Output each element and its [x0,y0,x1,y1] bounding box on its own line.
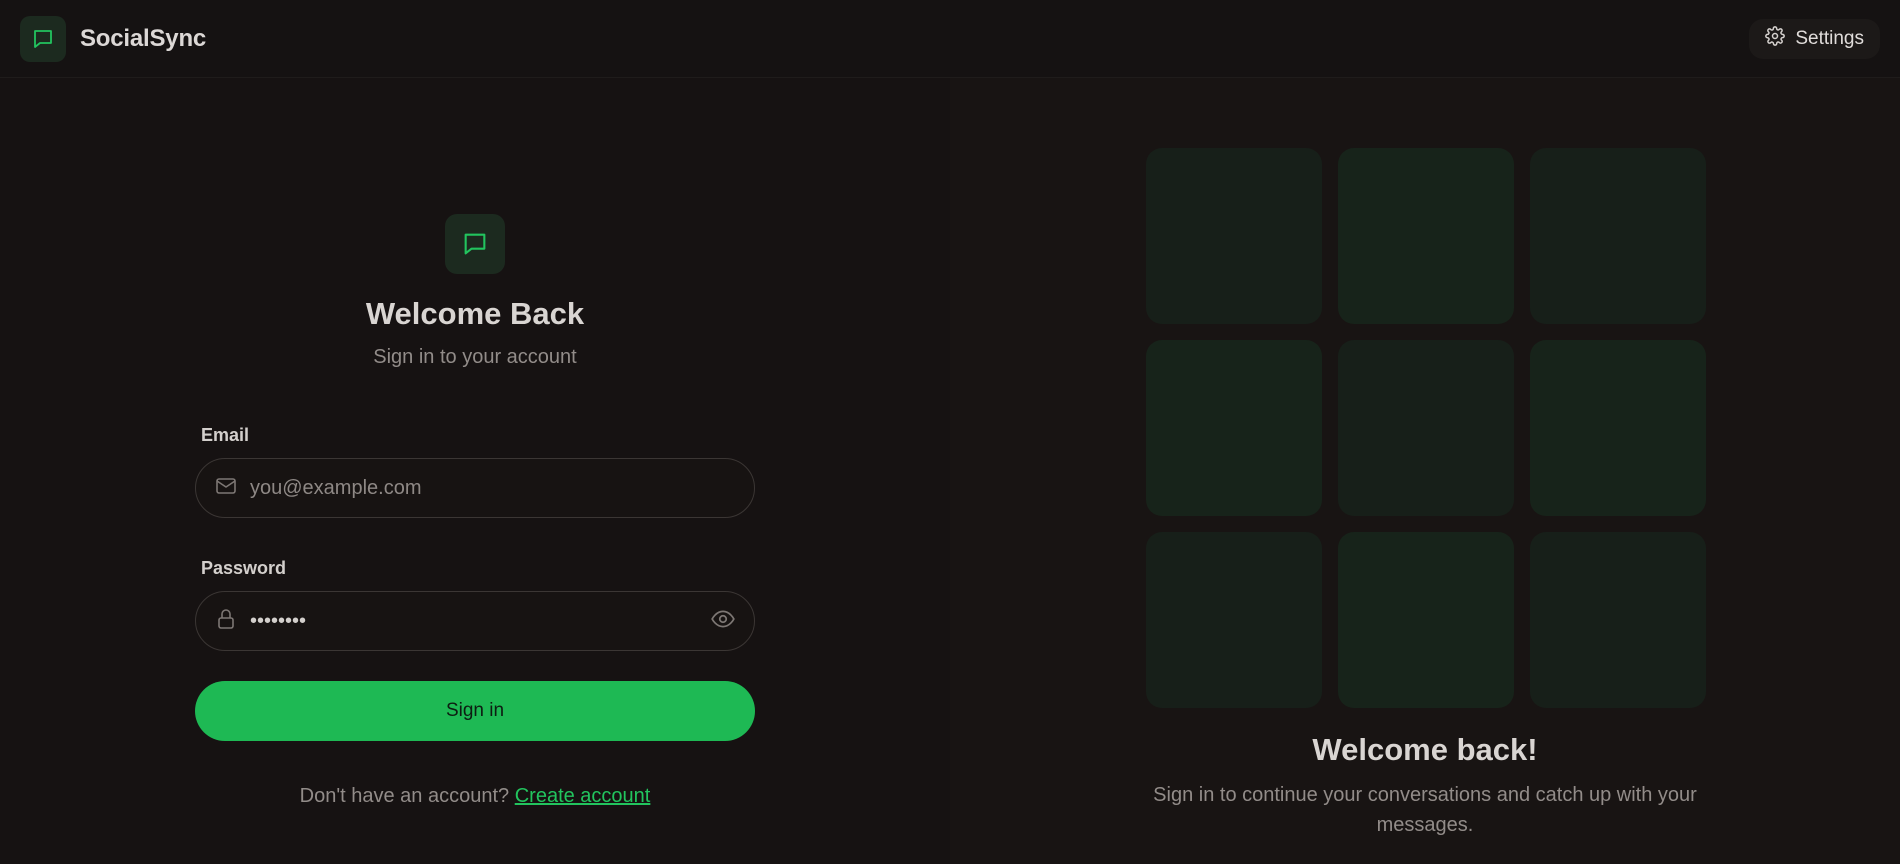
app-name: SocialSync [80,24,207,52]
password-label: Password [201,558,287,578]
page-title: Welcome Back [365,296,585,331]
mail-icon [214,474,238,503]
gear-icon [1765,25,1786,52]
signup-row: Don't have an account? Create account [195,785,755,808]
sign-in-button[interactable]: Sign in [195,681,755,741]
settings-button[interactable]: Settings [1749,18,1880,59]
login-form: Welcome Back Sign in to your account Ema… [195,214,755,808]
email-field-wrapper[interactable] [195,458,755,518]
page-subtitle: Sign in to your account [373,346,577,368]
lock-icon [214,607,238,636]
grid-tile [1338,148,1514,324]
settings-label: Settings [1795,27,1864,49]
email-label: Email [201,425,250,445]
grid-tile [1530,532,1706,708]
grid-tile [1146,532,1322,708]
signup-prompt: Don't have an account? [299,785,510,807]
grid-tile [1530,340,1706,516]
email-field[interactable] [250,476,736,500]
hero-title: Welcome back! [1312,732,1538,767]
grid-tile [1146,148,1322,324]
hero-text: Sign in to continue your conversations a… [1153,784,1697,836]
grid-tile [1146,340,1322,516]
message-square-icon [20,15,66,62]
grid-tile [1530,148,1706,324]
top-bar: SocialSync Settings [0,0,1900,78]
login-panel: Welcome Back Sign in to your account Ema… [0,78,950,864]
grid-tile [1338,340,1514,516]
password-field[interactable] [250,609,710,633]
grid-tile [1338,532,1514,708]
password-field-wrapper[interactable] [195,591,755,651]
brand[interactable]: SocialSync [20,15,207,62]
create-account-link[interactable]: Create account [515,785,651,807]
eye-icon[interactable] [710,606,736,637]
hero-panel: Welcome back! Sign in to continue your c… [950,78,1900,864]
tile-grid [1146,148,1706,708]
message-square-icon [445,214,505,274]
